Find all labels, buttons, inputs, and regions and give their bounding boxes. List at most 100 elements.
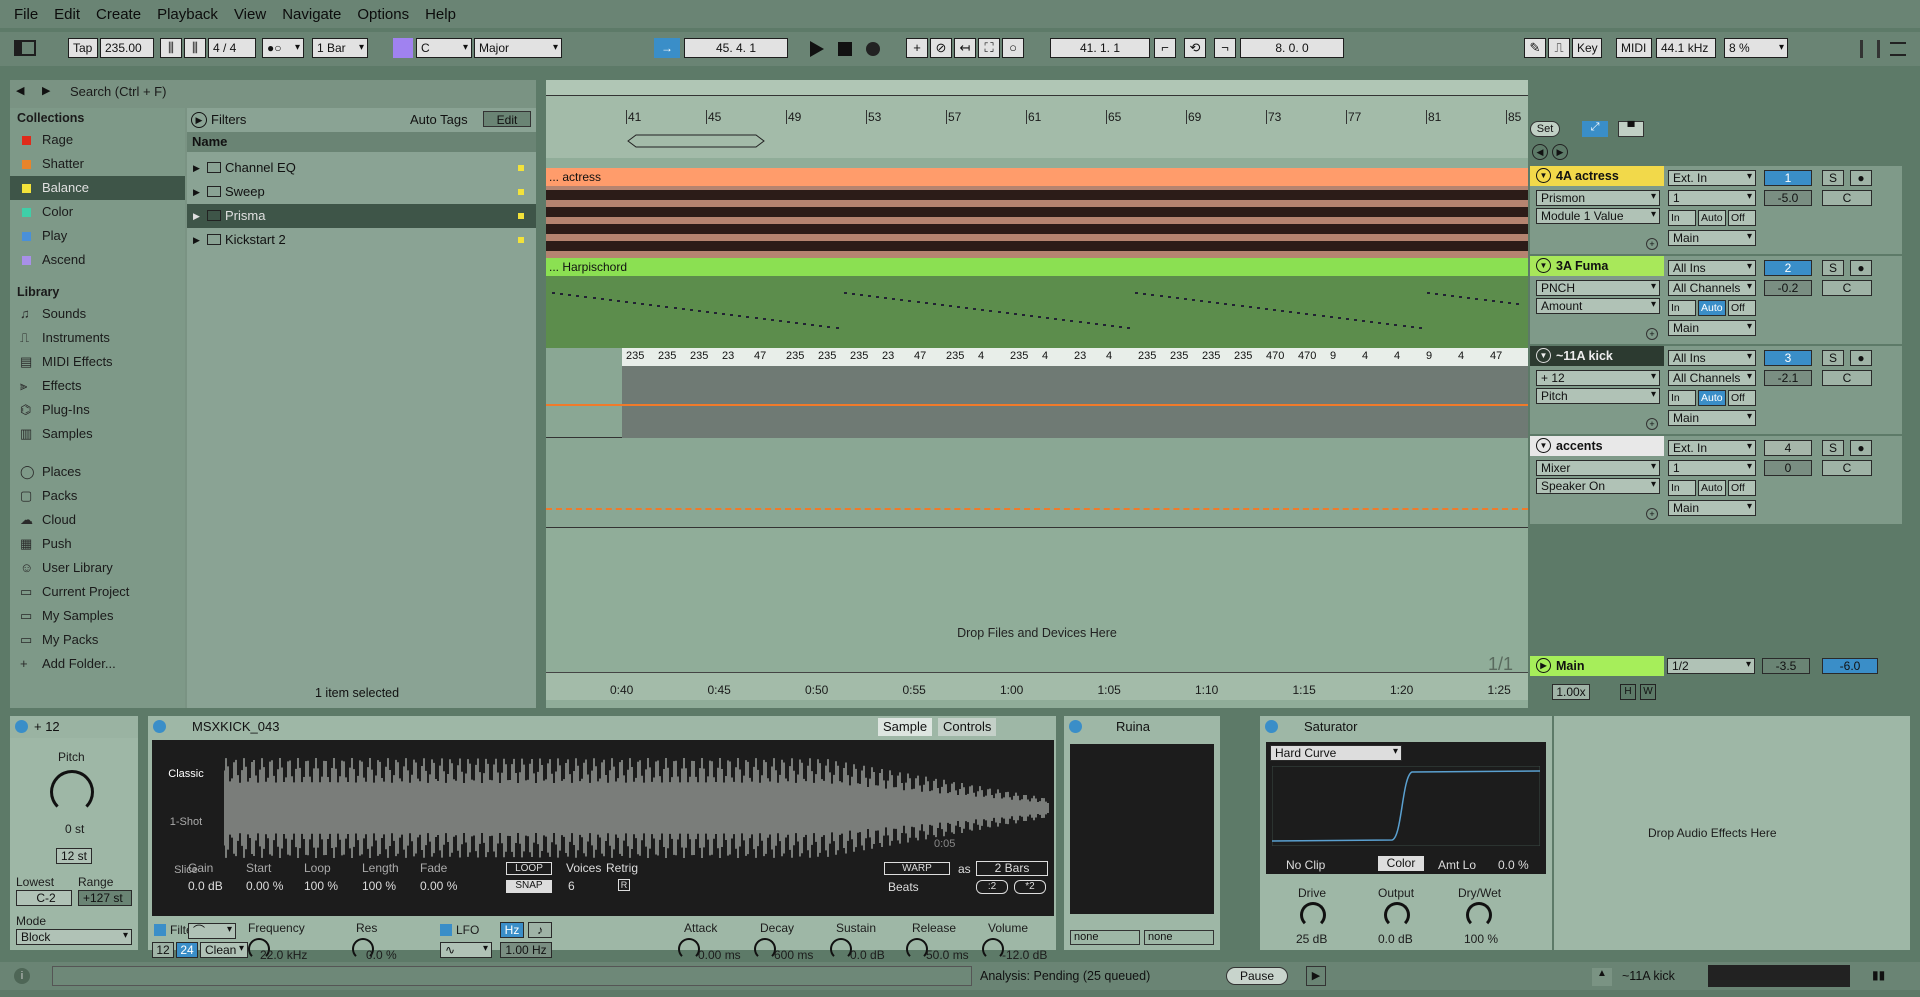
menu-navigate[interactable]: Navigate (274, 6, 349, 23)
main-track-header[interactable]: Main ▶ (1530, 656, 1664, 676)
menu-view[interactable]: View (226, 6, 274, 23)
ruina-select-1[interactable]: none (1070, 930, 1140, 945)
status-play-icon[interactable]: ▶ (1306, 966, 1326, 986)
file-row[interactable]: ▶ Sweep (187, 180, 536, 204)
envelope-knob[interactable] (982, 938, 1004, 960)
pan-box[interactable]: C (1822, 370, 1872, 386)
filter-circuit-dropdown[interactable]: Clean (200, 942, 248, 958)
collection-item[interactable]: Shatter (10, 152, 185, 176)
tempo-field[interactable]: 235.00 (100, 38, 154, 58)
library-item[interactable]: ♫ Sounds (10, 302, 185, 326)
lfo-sync-button[interactable]: ♪ (528, 922, 552, 938)
expand-arrow-icon[interactable]: ▶ (193, 204, 200, 228)
main-output-dropdown[interactable]: 1/2 (1667, 658, 1755, 674)
track-number-button[interactable]: 3 (1764, 350, 1812, 366)
punch-out-icon[interactable]: ¬ (1214, 38, 1236, 58)
expand-icon[interactable]: ⤢ (1582, 121, 1608, 137)
track-title[interactable]: 3A Fuma ▼ (1530, 256, 1664, 276)
drive-knob[interactable] (1300, 902, 1326, 928)
pause-button[interactable]: Pause (1226, 967, 1288, 985)
track-title[interactable]: accents ▼ (1530, 436, 1664, 456)
pan-box[interactable]: C (1822, 460, 1872, 476)
output-knob[interactable] (1384, 902, 1410, 928)
scale-mode-icon[interactable] (393, 38, 413, 58)
envelope-knob[interactable] (830, 938, 852, 960)
monitor-off-button[interactable]: Off (1728, 210, 1756, 226)
monitor-off-button[interactable]: Off (1728, 390, 1756, 406)
lfo-shape-dropdown[interactable]: ∿ (440, 942, 492, 958)
pan-box[interactable]: C (1822, 190, 1872, 206)
keyboard-icon[interactable]: ⎍ (1548, 38, 1570, 58)
monitor-off-button[interactable]: Off (1728, 480, 1756, 496)
solo-button[interactable]: S (1822, 350, 1844, 366)
h-button[interactable]: H (1620, 684, 1636, 700)
collection-item[interactable]: Rage (10, 128, 185, 152)
color-button[interactable]: Color (1378, 856, 1424, 871)
set-button[interactable]: Set (1530, 121, 1560, 137)
curve-dropdown[interactable]: Hard Curve (1270, 745, 1402, 761)
places-item[interactable]: ▦ Push (10, 532, 185, 556)
time-signature-field[interactable]: 4 / 4 (208, 38, 256, 58)
monitor-in-button[interactable]: In (1668, 210, 1696, 226)
file-row[interactable]: ▶ Prisma (187, 204, 536, 228)
fold-icon[interactable]: ▼ (1536, 348, 1551, 363)
sample-param-value[interactable]: 0.00 % (246, 879, 283, 893)
snap-toggle[interactable]: SNAP (506, 880, 552, 893)
metronome-icon[interactable]: ⫼ (160, 38, 182, 58)
menu-edit[interactable]: Edit (46, 6, 88, 23)
stop-icon[interactable] (838, 42, 852, 56)
sample-param-value[interactable]: 0.00 % (420, 879, 457, 893)
solo-button[interactable]: S (1822, 440, 1844, 456)
retrig-toggle[interactable]: R (618, 879, 630, 891)
lfo-hz-button[interactable]: Hz (500, 922, 524, 938)
main-fold-icon[interactable]: ▶ (1536, 658, 1551, 673)
range-hi-value[interactable]: +127 st (78, 890, 132, 906)
key-dropdown[interactable]: C (416, 38, 472, 58)
add-icon[interactable]: + (1646, 238, 1658, 250)
device-chooser[interactable]: + 12 (1536, 370, 1660, 386)
track-number-button[interactable]: 2 (1764, 260, 1812, 276)
beats-dropdown[interactable]: Beats (888, 880, 919, 894)
expand-arrow-icon[interactable]: ▶ (193, 228, 200, 252)
filter-slope-24[interactable]: 24 (176, 942, 198, 958)
nudge-icon[interactable]: ⫼ (184, 38, 206, 58)
device-chooser[interactable]: Prismon (1536, 190, 1660, 206)
solo-button[interactable]: S (1822, 260, 1844, 276)
menu-playback[interactable]: Playback (149, 6, 226, 23)
amt-lo-value[interactable]: 0.0 % (1498, 858, 1529, 872)
warp-toggle[interactable]: WARP (884, 862, 950, 875)
back-to-arrangement-icon[interactable]: ↤ (954, 38, 976, 58)
arrangement-position[interactable]: 45. 4. 1 (684, 38, 788, 58)
input-channel-dropdown[interactable]: 1 (1668, 460, 1756, 476)
forward-arrow-icon[interactable]: ▶ (42, 84, 50, 97)
simpler-tab-sample[interactable]: Sample (878, 718, 933, 736)
double-button[interactable]: *2 (1014, 880, 1046, 894)
library-item[interactable]: ⌬ Plug-Ins (10, 398, 185, 422)
prev-locator-icon[interactable]: ◀ (1532, 144, 1548, 160)
parameter-chooser[interactable]: Module 1 Value (1536, 208, 1660, 224)
pan-box[interactable]: C (1822, 280, 1872, 296)
name-column-header[interactable]: Name (187, 132, 536, 152)
filter-type-dropdown[interactable]: ⌒ (188, 923, 236, 939)
envelope-knob[interactable] (906, 938, 928, 960)
filters-icon[interactable]: ▶ (191, 112, 207, 128)
parameter-chooser[interactable]: Speaker On (1536, 478, 1660, 494)
menu-create[interactable]: Create (88, 6, 149, 23)
mini-overview[interactable] (1708, 965, 1850, 987)
expand-arrow-icon[interactable]: ▶ (193, 180, 200, 204)
volume-box[interactable]: 0 (1764, 460, 1812, 476)
metronome-dropdown[interactable]: ●○ (262, 38, 304, 58)
filters-label[interactable]: Filters (211, 112, 246, 127)
pitch-knob[interactable] (50, 770, 94, 814)
output-dropdown[interactable]: Main (1668, 320, 1756, 336)
fold-icon[interactable]: ▼ (1536, 258, 1551, 273)
input-type-dropdown[interactable]: Ext. In (1668, 440, 1756, 456)
back-arrow-icon[interactable]: ◀ (16, 84, 24, 97)
auto-tags-button[interactable]: Auto Tags (410, 112, 468, 127)
track-lane[interactable]: ... actress (546, 168, 1528, 258)
loop-icon[interactable]: ⟲ (1184, 38, 1206, 58)
library-item[interactable]: ⎍ Instruments (10, 326, 185, 350)
track-lane[interactable]: 235 235 235 23 47 235 235 235 23 47 235 4 235 4 23 4 235… (546, 348, 1528, 438)
noclip-dropdown[interactable]: No Clip (1286, 858, 1325, 872)
input-channel-dropdown[interactable]: All Channels (1668, 280, 1756, 296)
